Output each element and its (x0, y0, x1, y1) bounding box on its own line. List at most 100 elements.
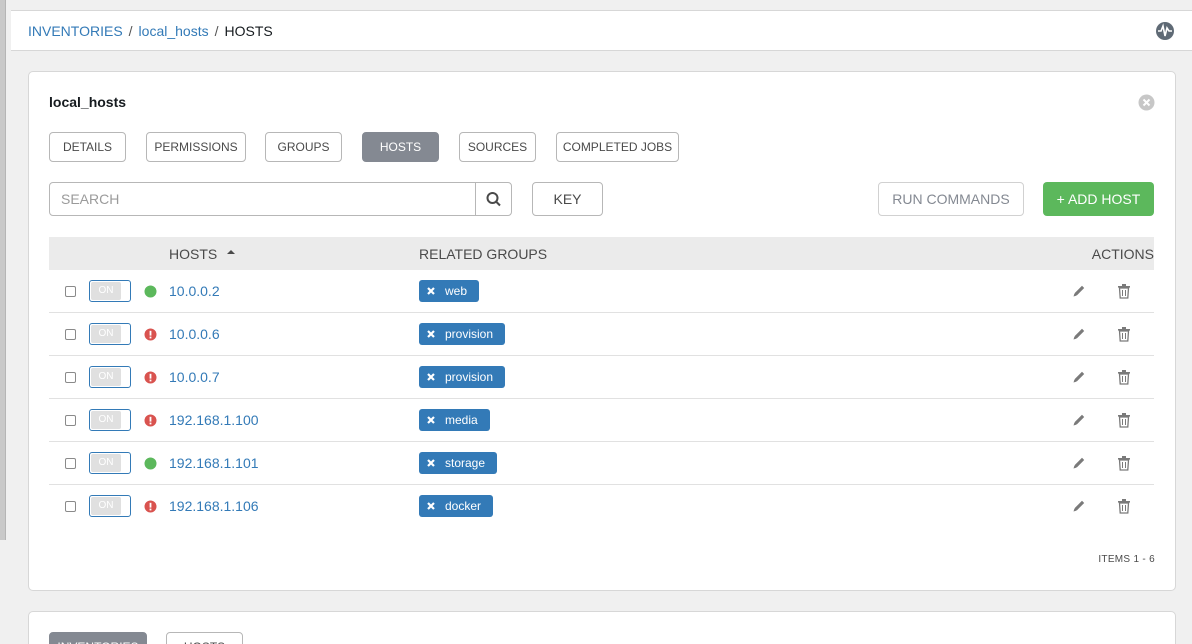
hosts-table: HOSTS RELATED GROUPS ACTIONS ON 10.0.0.2… (49, 237, 1154, 528)
tab-completed-jobs[interactable]: COMPLETED JOBS (556, 132, 679, 162)
app-root: INVENTORIES / local_hosts / HOSTS local_host… (0, 0, 1192, 644)
table-row: ON 192.168.1.106 docker (49, 485, 1154, 528)
toggle-label: ON (91, 325, 121, 343)
breadcrumb-inventories-link[interactable]: INVENTORIES (28, 23, 123, 39)
related-group-tag[interactable]: docker (419, 495, 494, 517)
row-checkbox[interactable] (65, 501, 76, 512)
toggle-label: ON (91, 497, 121, 515)
column-header-related-groups: RELATED GROUPS (419, 246, 548, 262)
related-group-tag[interactable]: storage (419, 452, 498, 474)
add-host-button[interactable]: + ADD HOST (1043, 182, 1154, 216)
status-ok-icon[interactable] (144, 457, 157, 470)
delete-icon[interactable] (1117, 498, 1131, 514)
run-commands-button[interactable]: RUN COMMANDS (878, 182, 1024, 216)
remove-group-icon[interactable] (426, 329, 436, 339)
row-checkbox[interactable] (65, 286, 76, 297)
host-enabled-toggle[interactable]: ON (89, 452, 131, 474)
activity-stream-icon[interactable] (1155, 21, 1175, 41)
edit-icon[interactable] (1071, 455, 1087, 471)
breadcrumb-inventory-link[interactable]: local_hosts (139, 23, 209, 39)
toggle-label: ON (91, 368, 121, 386)
key-button[interactable]: KEY (532, 182, 603, 216)
remove-group-icon[interactable] (426, 415, 436, 425)
group-tag-label: docker (445, 499, 482, 513)
delete-icon[interactable] (1117, 369, 1131, 385)
row-checkbox[interactable] (65, 372, 76, 383)
table-row: ON 10.0.0.2 web (49, 270, 1154, 313)
host-enabled-toggle[interactable]: ON (89, 280, 131, 302)
table-header: HOSTS RELATED GROUPS ACTIONS (49, 237, 1154, 270)
tab-groups[interactable]: GROUPS (265, 132, 342, 162)
row-checkbox[interactable] (65, 415, 76, 426)
breadcrumb-bar: INVENTORIES / local_hosts / HOSTS (11, 10, 1192, 51)
host-name-link[interactable]: 192.168.1.101 (169, 455, 259, 471)
group-tag-label: provision (445, 327, 494, 341)
status-failed-icon[interactable] (144, 414, 157, 427)
edit-icon[interactable] (1071, 326, 1087, 342)
remove-group-icon[interactable] (426, 458, 436, 468)
search-button[interactable] (475, 183, 511, 215)
status-failed-icon[interactable] (144, 328, 157, 341)
items-count: ITEMS 1 - 6 (1098, 554, 1155, 565)
breadcrumb: INVENTORIES / local_hosts / HOSTS (28, 23, 273, 39)
status-failed-icon[interactable] (144, 500, 157, 513)
table-row: ON 10.0.0.6 provision (49, 313, 1154, 356)
close-icon[interactable] (1138, 94, 1155, 111)
related-group-tag[interactable]: provision (419, 366, 506, 388)
toggle-label: ON (91, 454, 121, 472)
inventory-panel: local_hosts DETAILS PERMISSIONS GROUPS H… (28, 71, 1176, 591)
table-row: ON 10.0.0.7 provision (49, 356, 1154, 399)
search-icon (486, 192, 501, 207)
table-body: ON 10.0.0.2 web ON 10.0.0.6 provision ON… (49, 270, 1154, 528)
delete-icon[interactable] (1117, 412, 1131, 428)
related-group-tag[interactable]: media (419, 409, 490, 431)
toggle-label: ON (91, 411, 121, 429)
column-header-hosts[interactable]: HOSTS (169, 246, 217, 262)
host-name-link[interactable]: 10.0.0.6 (169, 326, 220, 342)
remove-group-icon[interactable] (426, 372, 436, 382)
sort-ascending-icon[interactable] (226, 248, 236, 256)
delete-icon[interactable] (1117, 455, 1131, 471)
host-enabled-toggle[interactable]: ON (89, 323, 131, 345)
breadcrumb-separator: / (128, 23, 133, 39)
status-failed-icon[interactable] (144, 371, 157, 384)
edit-icon[interactable] (1071, 498, 1087, 514)
host-enabled-toggle[interactable]: ON (89, 366, 131, 388)
host-name-link[interactable]: 192.168.1.100 (169, 412, 259, 428)
tab-permissions[interactable]: PERMISSIONS (146, 132, 246, 162)
group-tag-label: media (445, 413, 478, 427)
remove-group-icon[interactable] (426, 286, 436, 296)
tab-hosts[interactable]: HOSTS (362, 132, 439, 162)
group-tag-label: provision (445, 370, 494, 384)
tab-inventories[interactable]: INVENTORIES (49, 632, 147, 644)
group-tag-label: web (445, 284, 468, 298)
table-row: ON 192.168.1.101 storage (49, 442, 1154, 485)
tab-hosts-secondary[interactable]: HOSTS (166, 632, 243, 644)
host-name-link[interactable]: 10.0.0.7 (169, 369, 220, 385)
tab-details[interactable]: DETAILS (49, 132, 126, 162)
host-enabled-toggle[interactable]: ON (89, 495, 131, 517)
left-scrollbar[interactable] (0, 0, 6, 540)
breadcrumb-current: HOSTS (224, 23, 273, 39)
secondary-panel: INVENTORIES HOSTS (28, 611, 1176, 644)
related-group-tag[interactable]: web (419, 280, 480, 302)
toggle-label: ON (91, 282, 121, 300)
edit-icon[interactable] (1071, 369, 1087, 385)
host-name-link[interactable]: 192.168.1.106 (169, 498, 259, 514)
delete-icon[interactable] (1117, 326, 1131, 342)
host-enabled-toggle[interactable]: ON (89, 409, 131, 431)
remove-group-icon[interactable] (426, 501, 436, 511)
search-input[interactable] (50, 183, 476, 215)
delete-icon[interactable] (1117, 283, 1131, 299)
row-checkbox[interactable] (65, 329, 76, 340)
edit-icon[interactable] (1071, 412, 1087, 428)
status-ok-icon[interactable] (144, 285, 157, 298)
tab-sources[interactable]: SOURCES (459, 132, 536, 162)
related-group-tag[interactable]: provision (419, 323, 506, 345)
edit-icon[interactable] (1071, 283, 1087, 299)
panel-title: local_hosts (49, 94, 127, 110)
row-checkbox[interactable] (65, 458, 76, 469)
column-header-actions: ACTIONS (1091, 246, 1154, 262)
host-name-link[interactable]: 10.0.0.2 (169, 283, 220, 299)
table-row: ON 192.168.1.100 media (49, 399, 1154, 442)
